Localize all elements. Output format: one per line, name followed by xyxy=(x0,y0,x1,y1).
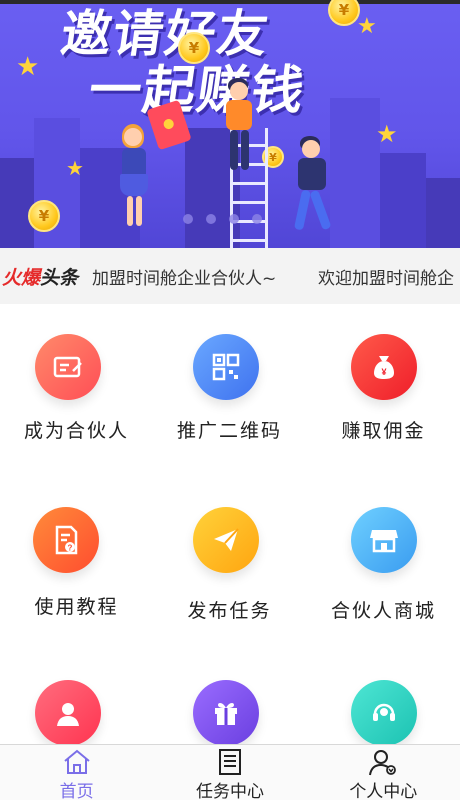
menu-item-label: 赚取佣金 xyxy=(341,420,426,442)
headset-icon xyxy=(351,680,417,746)
coin-icon: ¥ xyxy=(28,200,60,232)
menu-item-become-partner[interactable]: 成为合伙人 xyxy=(0,304,153,474)
home-icon xyxy=(62,748,92,776)
star-icon: ★ xyxy=(357,14,377,39)
ticker-message[interactable]: 加盟时间舱企业合伙人~ xyxy=(92,264,276,289)
menu-item-earn-commission[interactable]: ¥ 赚取佣金 xyxy=(307,304,460,474)
star-icon: ★ xyxy=(376,120,398,148)
coin-icon: ¥ xyxy=(328,0,360,26)
city-building xyxy=(0,158,38,248)
menu-item-label: 成为合伙人 xyxy=(23,420,129,442)
star-icon: ★ xyxy=(66,156,84,180)
tab-label: 个人中心 xyxy=(349,782,418,800)
paper-plane-icon xyxy=(193,507,259,573)
money-bag-icon: ¥ xyxy=(351,334,417,400)
person-illustration xyxy=(118,120,158,230)
svg-text:¥: ¥ xyxy=(381,367,386,377)
tab-task-center[interactable]: 任务中心 xyxy=(153,745,306,800)
coin-icon: ¥ xyxy=(178,32,210,64)
logo-part2: 头条 xyxy=(40,266,79,289)
promo-banner[interactable]: 邀请好友 一起赚钱 ★ ★ ★ ★ ¥ ¥ ¥ ¥ xyxy=(0,0,460,248)
bottom-tab-bar: 首页 任务中心 个人中心 xyxy=(0,744,460,800)
menu-item-promo-qrcode[interactable]: 推广二维码 xyxy=(153,304,306,474)
document-help-icon: ? xyxy=(33,507,99,573)
person-illustration xyxy=(290,134,340,244)
menu-item-label: 发布任务 xyxy=(187,600,272,622)
menu-item-customer-service[interactable] xyxy=(307,649,460,748)
gift-icon xyxy=(193,680,259,746)
feature-grid: 成为合伙人 推广二维码 ¥ 赚取佣金 ? 使用教程 发布任务 合伙人商城 xyxy=(0,304,460,748)
menu-item-tutorial[interactable]: ? 使用教程 xyxy=(0,474,153,649)
tab-personal-center[interactable]: 个人中心 xyxy=(307,745,460,800)
shop-icon xyxy=(351,507,417,573)
carousel-dot[interactable] xyxy=(252,214,262,224)
menu-item-publish-task[interactable]: 发布任务 xyxy=(153,474,306,649)
menu-item-label: 合伙人商城 xyxy=(330,600,436,622)
logo-part1: 火爆 xyxy=(2,266,41,289)
news-ticker[interactable]: 火爆 头条 加盟时间舱企业合伙人~ 欢迎加盟时间舱企 xyxy=(0,248,460,304)
list-icon xyxy=(215,748,245,776)
user-icon xyxy=(35,680,101,746)
menu-item-user[interactable] xyxy=(0,649,153,748)
person-illustration xyxy=(222,76,262,176)
menu-item-label: 推广二维码 xyxy=(176,420,282,442)
menu-item-gift[interactable] xyxy=(153,649,306,748)
qr-code-icon xyxy=(193,334,259,400)
svg-text:?: ? xyxy=(68,544,73,553)
carousel-indicators xyxy=(183,214,262,224)
carousel-dot[interactable] xyxy=(206,214,216,224)
city-building xyxy=(426,178,460,248)
ticker-message[interactable]: 欢迎加盟时间舱企 xyxy=(318,264,454,289)
hot-headlines-logo: 火爆 头条 xyxy=(0,262,83,290)
id-card-icon xyxy=(35,334,101,400)
tab-label: 任务中心 xyxy=(195,782,264,800)
tab-label: 首页 xyxy=(59,782,94,800)
person-icon xyxy=(368,748,398,776)
carousel-dot[interactable] xyxy=(229,214,239,224)
menu-item-partner-mall[interactable]: 合伙人商城 xyxy=(307,474,460,649)
menu-item-label: 使用教程 xyxy=(34,596,119,618)
tab-home[interactable]: 首页 xyxy=(0,745,153,800)
city-building xyxy=(380,153,426,248)
carousel-dot[interactable] xyxy=(183,214,193,224)
star-icon: ★ xyxy=(16,52,40,82)
